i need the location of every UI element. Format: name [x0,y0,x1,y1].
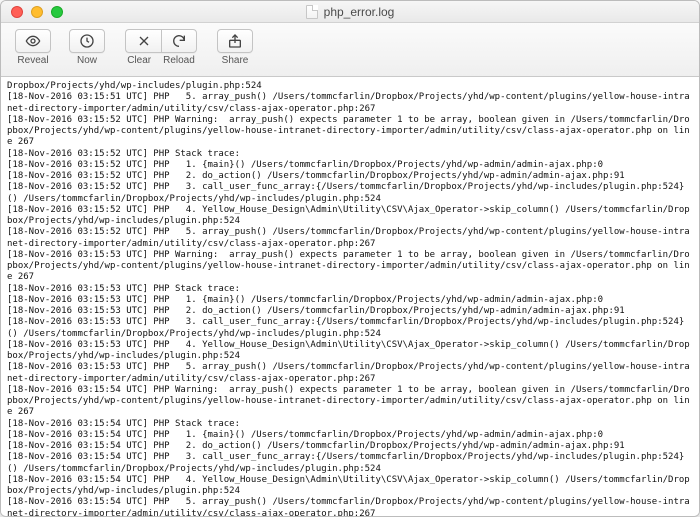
log-line: [18-Nov-2016 03:15:52 UTC] PHP Warning: … [7,115,693,149]
toolbar: Reveal Now [1,23,699,77]
share-item: Share [215,29,255,66]
document-icon [306,5,318,19]
titlebar[interactable]: php_error.log [1,1,699,23]
log-line: [18-Nov-2016 03:15:52 UTC] PHP 1. {main}… [7,160,693,171]
log-line: [18-Nov-2016 03:15:53 UTC] PHP 5. array_… [7,362,693,385]
log-window: php_error.log Reveal Now [0,0,700,517]
log-line: [18-Nov-2016 03:15:54 UTC] PHP Stack tra… [7,419,693,430]
log-line: [18-Nov-2016 03:15:54 UTC] PHP 3. call_u… [7,452,693,475]
log-line: [18-Nov-2016 03:15:53 UTC] PHP Stack tra… [7,284,693,295]
window-title-text: php_error.log [324,5,395,19]
zoom-icon[interactable] [51,6,63,18]
reload-label: Reload [163,55,195,66]
log-line: [18-Nov-2016 03:15:53 UTC] PHP Warning: … [7,250,693,284]
log-line: [18-Nov-2016 03:15:52 UTC] PHP 2. do_act… [7,171,693,182]
log-line: [18-Nov-2016 03:15:54 UTC] PHP 5. array_… [7,497,693,516]
log-line: [18-Nov-2016 03:15:52 UTC] PHP 4. Yellow… [7,205,693,228]
reveal-label: Reveal [17,55,48,66]
log-line: [18-Nov-2016 03:15:54 UTC] PHP 1. {main}… [7,430,693,441]
close-icon[interactable] [11,6,23,18]
reveal-button[interactable] [15,29,51,53]
log-line: [18-Nov-2016 03:15:53 UTC] PHP 3. call_u… [7,317,693,340]
now-label: Now [77,55,97,66]
traffic-lights [11,6,63,18]
eye-icon [25,33,41,49]
reveal-item: Reveal [13,29,53,66]
reload-icon [171,33,187,49]
log-line: [18-Nov-2016 03:15:51 UTC] PHP 5. array_… [7,92,693,115]
share-label: Share [222,55,249,66]
share-button[interactable] [217,29,253,53]
log-line: [18-Nov-2016 03:15:54 UTC] PHP 4. Yellow… [7,475,693,498]
log-line: [18-Nov-2016 03:15:52 UTC] PHP 3. call_u… [7,182,693,205]
log-line: Dropbox/Projects/yhd/wp-includes/plugin.… [7,81,693,92]
x-icon [136,33,152,49]
log-line: [18-Nov-2016 03:15:53 UTC] PHP 1. {main}… [7,295,693,306]
clear-reload-item: Clear Reload [121,29,201,66]
minimize-icon[interactable] [31,6,43,18]
now-item: Now [67,29,107,66]
share-icon [227,33,243,49]
window-title: php_error.log [306,5,395,19]
log-line: [18-Nov-2016 03:15:52 UTC] PHP 5. array_… [7,227,693,250]
log-line: [18-Nov-2016 03:15:53 UTC] PHP 2. do_act… [7,306,693,317]
clear-button[interactable] [125,29,161,53]
log-line: [18-Nov-2016 03:15:54 UTC] PHP Warning: … [7,385,693,419]
reload-button[interactable] [161,29,197,53]
log-line: [18-Nov-2016 03:15:52 UTC] PHP Stack tra… [7,149,693,160]
log-line: [18-Nov-2016 03:15:54 UTC] PHP 2. do_act… [7,441,693,452]
clock-icon [79,33,95,49]
now-button[interactable] [69,29,105,53]
log-area[interactable]: Dropbox/Projects/yhd/wp-includes/plugin.… [1,77,699,516]
log-line: [18-Nov-2016 03:15:53 UTC] PHP 4. Yellow… [7,340,693,363]
clear-label: Clear [127,55,151,66]
